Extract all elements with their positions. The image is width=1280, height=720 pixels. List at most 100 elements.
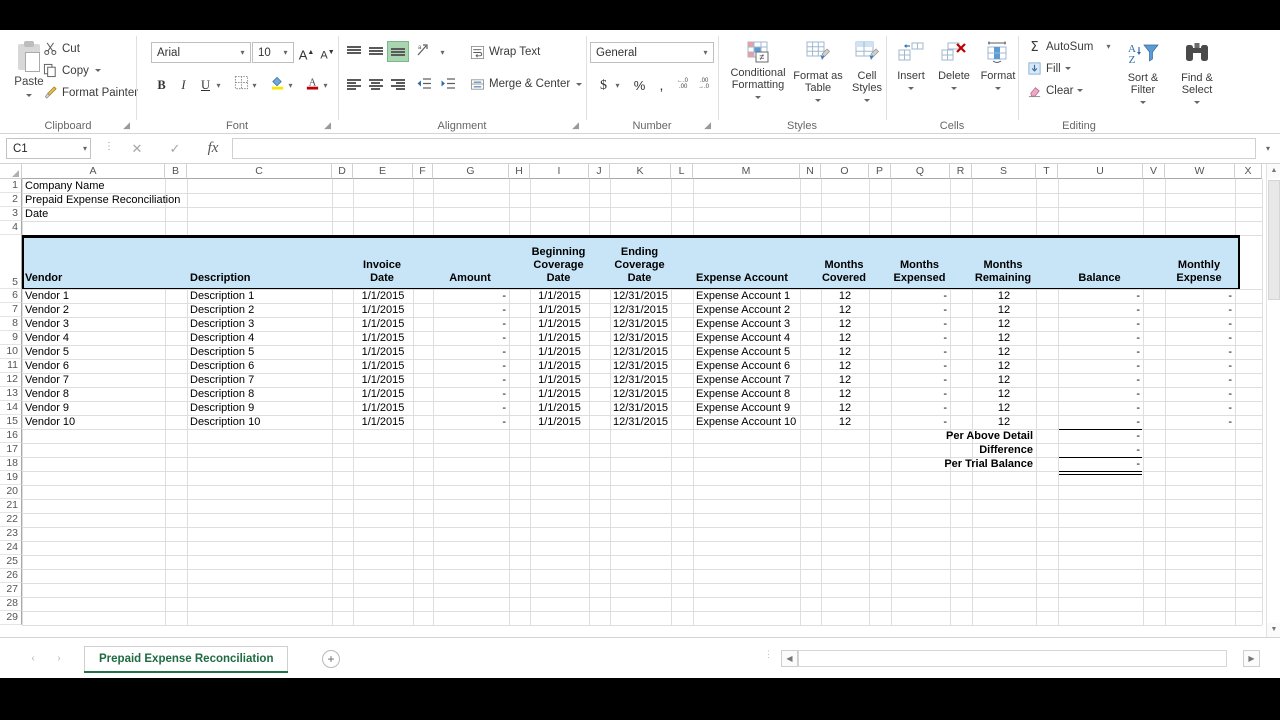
summary-label-18[interactable]: Per Trial Balance <box>891 457 1036 471</box>
format-as-table-caret-icon[interactable] <box>815 98 821 102</box>
summary-value-U17[interactable]: - <box>1058 443 1143 457</box>
cell-C7[interactable]: Description 2 <box>187 303 332 317</box>
cell-E13[interactable]: 1/1/2015 <box>353 387 413 401</box>
cell-E10[interactable]: 1/1/2015 <box>353 345 413 359</box>
font-name-chevron-down-icon[interactable]: ▾ <box>237 48 248 57</box>
row-header-16[interactable]: 16 <box>0 429 22 443</box>
cell-M7[interactable]: Expense Account 2 <box>693 303 800 317</box>
column-header-O[interactable]: O <box>821 164 869 179</box>
cell-A15[interactable]: Vendor 10 <box>22 415 165 429</box>
cell-S10[interactable]: 12 <box>972 345 1036 359</box>
cell-W8[interactable]: - <box>1165 317 1235 331</box>
column-header-Q[interactable]: Q <box>891 164 950 179</box>
column-header-H[interactable]: H <box>509 164 530 179</box>
cell-O10[interactable]: 12 <box>821 345 869 359</box>
cell-K8[interactable]: 12/31/2015 <box>610 317 671 331</box>
cell-M12[interactable]: Expense Account 7 <box>693 373 800 387</box>
cell-styles-button[interactable]: Cell Styles <box>845 36 889 118</box>
scroll-down-button[interactable]: ▼ <box>1267 623 1280 637</box>
cell-A8[interactable]: Vendor 3 <box>22 317 165 331</box>
cell-E11[interactable]: 1/1/2015 <box>353 359 413 373</box>
clipboard-dialog-launcher[interactable]: ◢ <box>123 120 130 131</box>
cell-O15[interactable]: 12 <box>821 415 869 429</box>
column-header-E[interactable]: E <box>353 164 413 179</box>
cell-K9[interactable]: 12/31/2015 <box>610 331 671 345</box>
cell-G14[interactable]: - <box>433 401 509 415</box>
cell-S12[interactable]: 12 <box>972 373 1036 387</box>
cell-U7[interactable]: - <box>1058 303 1143 317</box>
sheet-tab-prepaid-expense-reconciliation[interactable]: Prepaid Expense Reconciliation <box>84 646 289 672</box>
cell-A9[interactable]: Vendor 4 <box>22 331 165 345</box>
cell-A7[interactable]: Vendor 2 <box>22 303 165 317</box>
cell-Q15[interactable]: - <box>891 415 950 429</box>
sort-filter-caret-icon[interactable] <box>1140 100 1146 104</box>
cell-G13[interactable]: - <box>433 387 509 401</box>
cell-E15[interactable]: 1/1/2015 <box>353 415 413 429</box>
cell-Q8[interactable]: - <box>891 317 950 331</box>
summary-label-16[interactable]: Per Above Detail <box>891 429 1036 443</box>
row-header-21[interactable]: 21 <box>0 499 22 513</box>
column-header-N[interactable]: N <box>800 164 821 179</box>
autosum-caret-icon[interactable]: ▾ <box>1103 36 1114 57</box>
italic-button[interactable]: I <box>173 75 194 96</box>
copy-button[interactable]: Copy <box>40 60 132 81</box>
cell-M14[interactable]: Expense Account 9 <box>693 401 800 415</box>
accounting-format-button[interactable]: $ <box>593 75 614 96</box>
cell-O13[interactable]: 12 <box>821 387 869 401</box>
number-format-chevron-down-icon[interactable]: ▾ <box>700 48 711 57</box>
cell-W6[interactable]: - <box>1165 289 1235 303</box>
cell-I7[interactable]: 1/1/2015 <box>530 303 589 317</box>
column-header-C[interactable]: C <box>187 164 332 179</box>
find-select-button[interactable]: Find & Select <box>1171 36 1223 118</box>
row-header-7[interactable]: 7 <box>0 303 22 317</box>
row-header-29[interactable]: 29 <box>0 611 22 625</box>
fill-color-caret-icon[interactable]: ▾ <box>285 75 296 96</box>
cell-I12[interactable]: 1/1/2015 <box>530 373 589 387</box>
increase-decimal-button[interactable]: ←.0.00 <box>673 75 694 96</box>
merge-center-caret-icon[interactable] <box>576 82 583 86</box>
autosum-button[interactable]: Σ AutoSum <box>1024 36 1102 57</box>
accept-entry-button[interactable]: ✓ <box>160 138 190 159</box>
align-center-button[interactable] <box>366 75 386 94</box>
cell-I15[interactable]: 1/1/2015 <box>530 415 589 429</box>
cell-M6[interactable]: Expense Account 1 <box>693 289 800 303</box>
row-header-11[interactable]: 11 <box>0 359 22 373</box>
fill-caret-icon[interactable] <box>1064 67 1071 70</box>
increase-indent-button[interactable] <box>439 75 461 94</box>
accounting-caret-icon[interactable]: ▾ <box>612 75 623 96</box>
cell-Q7[interactable]: - <box>891 303 950 317</box>
cell-C6[interactable]: Description 1 <box>187 289 332 303</box>
cell-U11[interactable]: - <box>1058 359 1143 373</box>
cell-U14[interactable]: - <box>1058 401 1143 415</box>
sort-filter-button[interactable]: AZ Sort & Filter <box>1117 36 1169 118</box>
select-all-button[interactable] <box>0 164 22 179</box>
conditional-formatting-caret-icon[interactable] <box>755 95 761 99</box>
cell-I6[interactable]: 1/1/2015 <box>530 289 589 303</box>
cell-C14[interactable]: Description 9 <box>187 401 332 415</box>
row-header-2[interactable]: 2 <box>0 193 22 207</box>
row-header-10[interactable]: 10 <box>0 345 22 359</box>
cell-Q12[interactable]: - <box>891 373 950 387</box>
cell-S6[interactable]: 12 <box>972 289 1036 303</box>
cell-O14[interactable]: 12 <box>821 401 869 415</box>
cell-I11[interactable]: 1/1/2015 <box>530 359 589 373</box>
row-header-28[interactable]: 28 <box>0 597 22 611</box>
paste-caret-icon[interactable] <box>26 93 32 97</box>
row-header-4[interactable]: 4 <box>0 221 22 235</box>
wrap-text-button[interactable]: Wrap Text <box>467 42 567 62</box>
cell-M9[interactable]: Expense Account 4 <box>693 331 800 345</box>
cell-E6[interactable]: 1/1/2015 <box>353 289 413 303</box>
summary-label-17[interactable]: Difference <box>891 443 1036 457</box>
cell-S13[interactable]: 12 <box>972 387 1036 401</box>
column-header-U[interactable]: U <box>1058 164 1143 179</box>
delete-caret-icon[interactable] <box>951 86 957 90</box>
row-header-5[interactable]: 5 <box>0 235 22 289</box>
cell-Q14[interactable]: - <box>891 401 950 415</box>
cell-I8[interactable]: 1/1/2015 <box>530 317 589 331</box>
cell-M8[interactable]: Expense Account 3 <box>693 317 800 331</box>
comma-format-button[interactable]: , <box>651 75 672 96</box>
align-left-button[interactable] <box>344 75 364 94</box>
cell-O11[interactable]: 12 <box>821 359 869 373</box>
insert-caret-icon[interactable] <box>908 86 914 90</box>
cell-S7[interactable]: 12 <box>972 303 1036 317</box>
